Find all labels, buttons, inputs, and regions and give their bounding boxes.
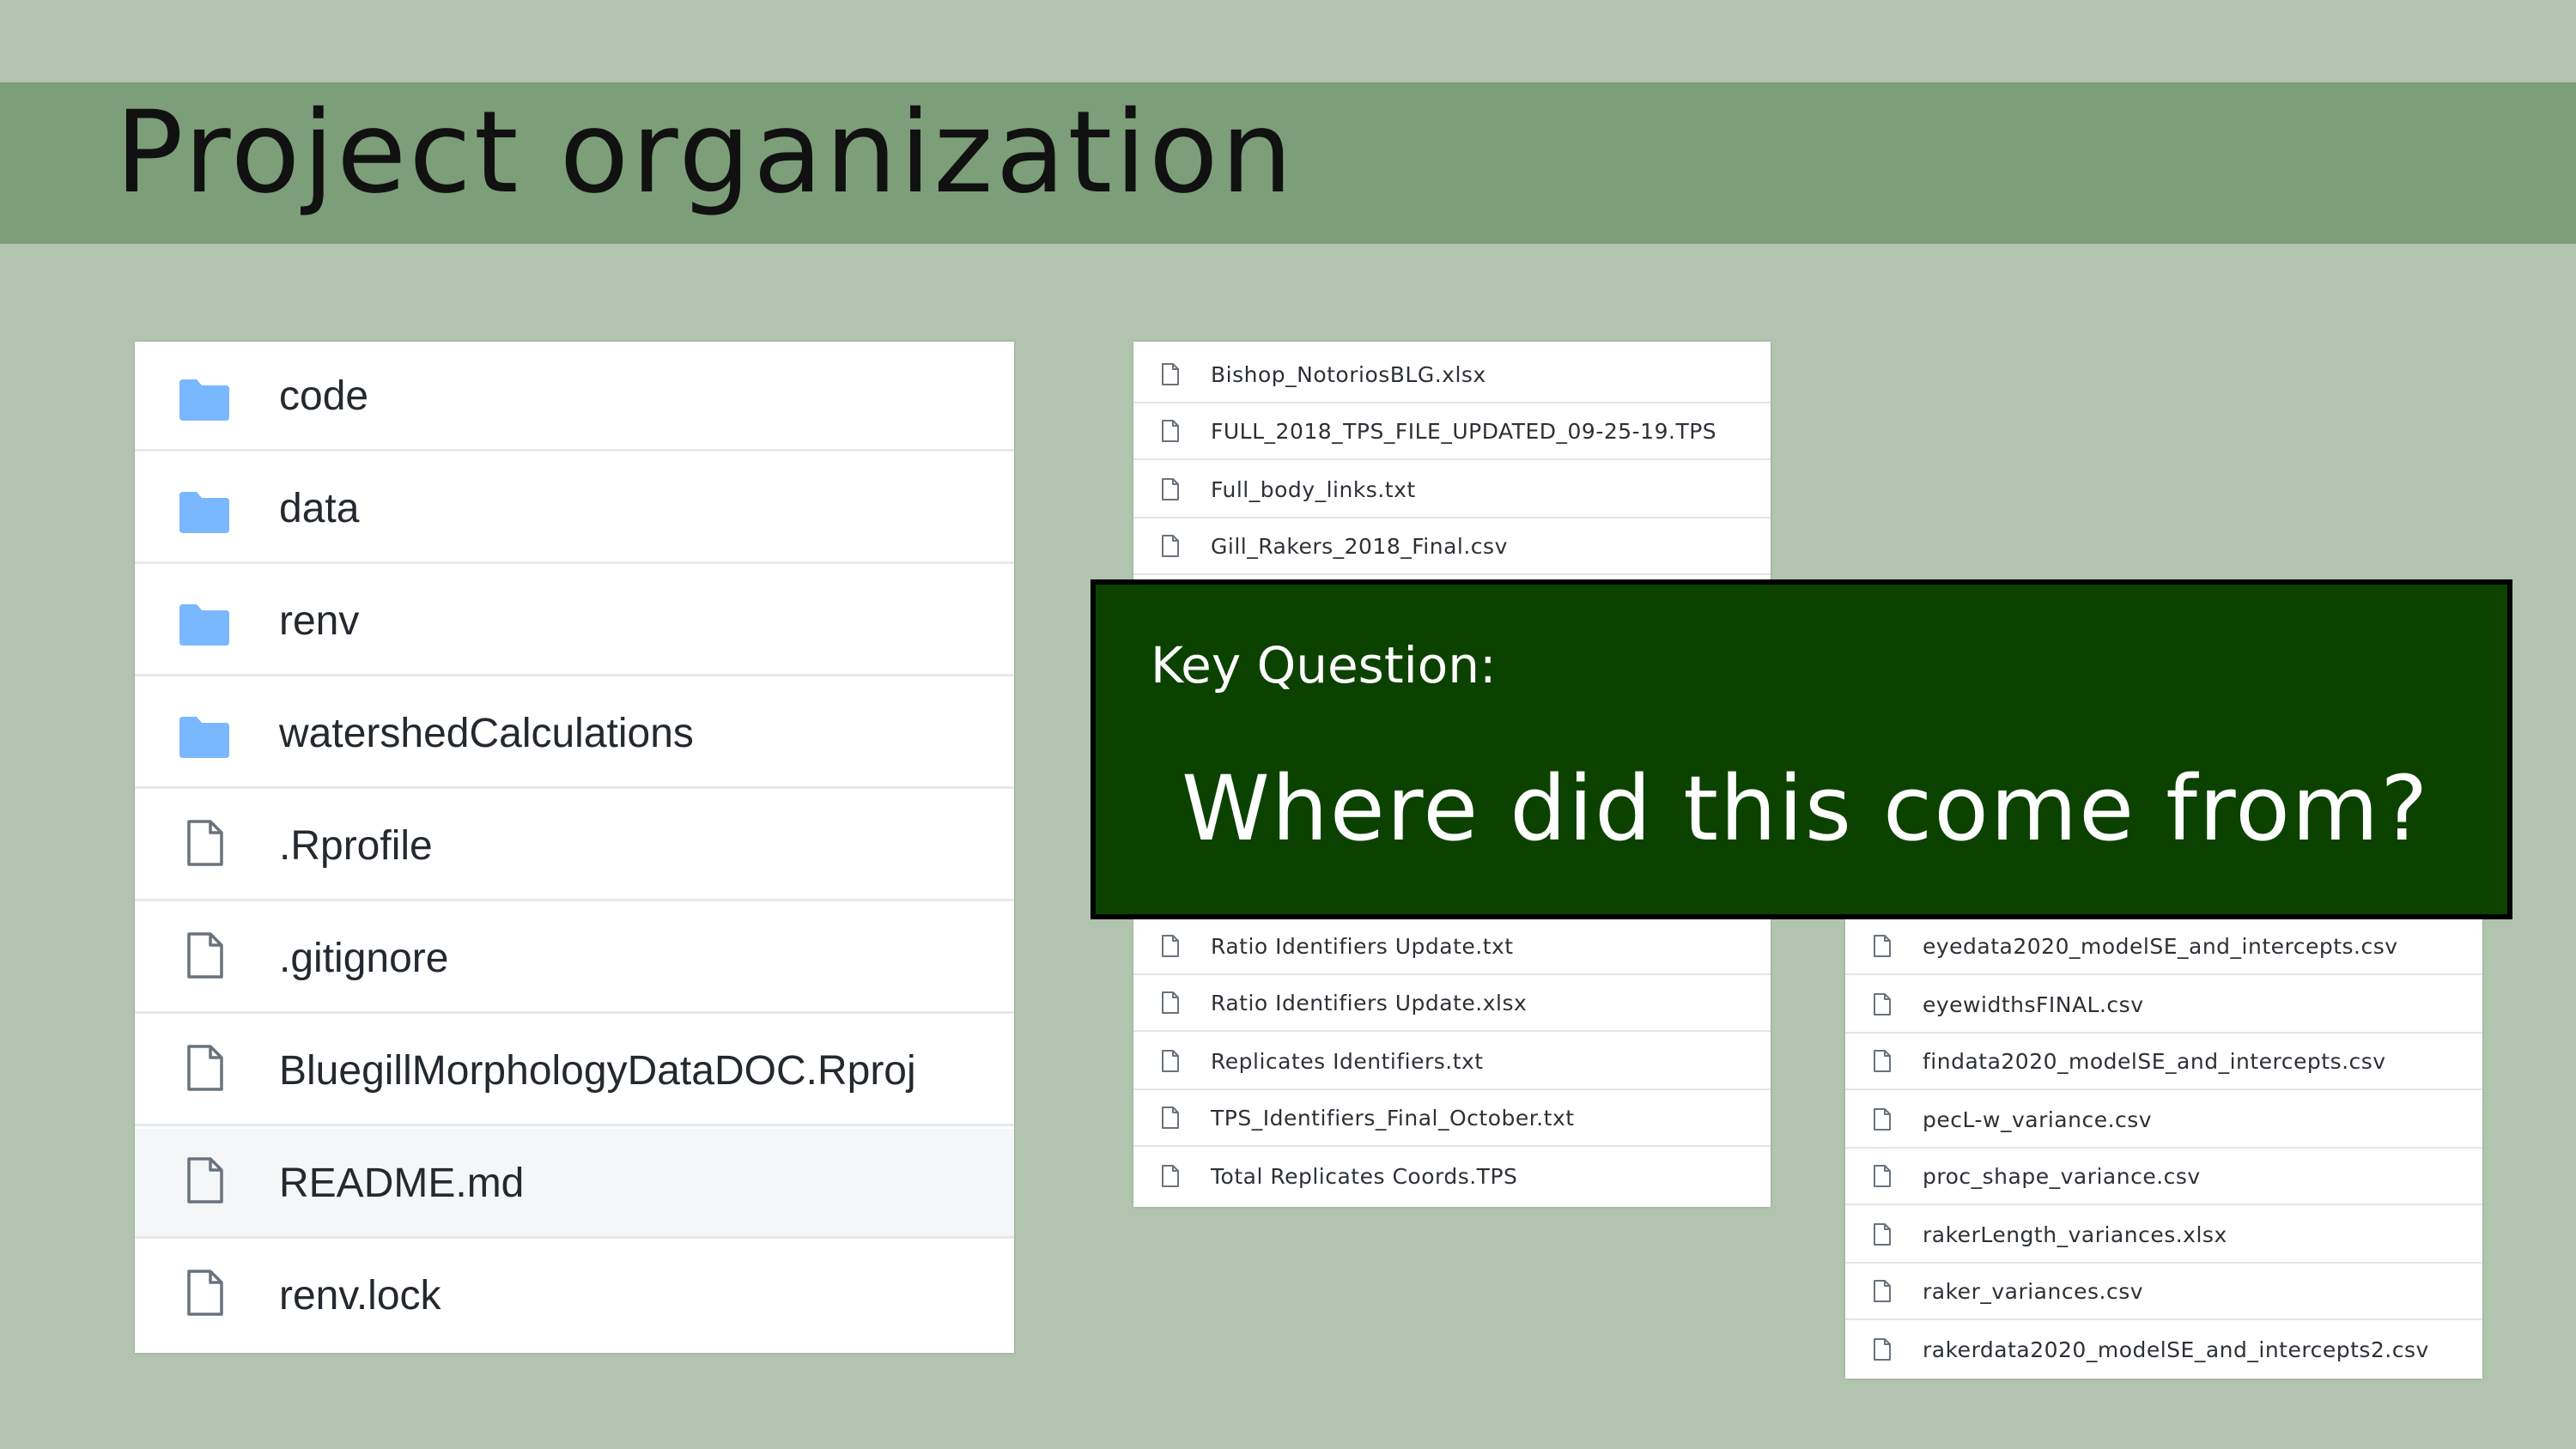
- list-item-gitignore[interactable]: .gitignore: [135, 904, 1014, 1014]
- file-name: Full_body_links.txt: [1211, 477, 1416, 502]
- results-file-listing: eyedata2020_modelSE_and_intercepts.csv e…: [1845, 919, 2482, 1379]
- file-icon: [186, 1269, 224, 1317]
- file-name: Ratio Identifiers Update.xlsx: [1211, 991, 1528, 1016]
- list-item[interactable]: rakerLength_variances.xlsx: [1845, 1207, 2482, 1264]
- list-item[interactable]: Replicates Identifiers.txt: [1133, 1034, 1771, 1090]
- list-item[interactable]: Total Replicates Coords.TPS: [1133, 1149, 1771, 1205]
- file-name: findata2020_modelSE_and_intercepts.csv: [1923, 1049, 2386, 1074]
- file-icon: [1161, 419, 1180, 443]
- folder-icon: [179, 715, 229, 758]
- list-item-readme[interactable]: README.md: [135, 1129, 1014, 1239]
- file-icon: [1873, 1049, 1892, 1073]
- file-icon: [1873, 1337, 1892, 1361]
- item-name: renv: [279, 598, 360, 644]
- list-item[interactable]: Gill_Rakers_2018_Final.csv: [1133, 518, 1771, 575]
- file-icon: [1873, 1222, 1892, 1246]
- list-item[interactable]: findata2020_modelSE_and_intercepts.csv: [1845, 1034, 2482, 1090]
- file-icon: [186, 1156, 224, 1204]
- item-name: watershedCalculations: [279, 711, 694, 756]
- list-item[interactable]: rakerdata2020_modelSE_and_intercepts2.cs…: [1845, 1322, 2482, 1379]
- file-icon: [186, 1044, 224, 1092]
- list-item-renv-lock[interactable]: renv.lock: [135, 1241, 1014, 1351]
- list-item[interactable]: Ratio Identifiers Update.txt: [1133, 919, 1771, 975]
- list-item-rprofile[interactable]: .Rprofile: [135, 791, 1014, 901]
- callout-label: Key Question:: [1151, 636, 1497, 694]
- file-name: eyedata2020_modelSE_and_intercepts.csv: [1923, 934, 2398, 959]
- file-name: Ratio Identifiers Update.txt: [1211, 934, 1514, 959]
- list-item[interactable]: Bishop_NotoriosBLG.xlsx: [1133, 347, 1771, 403]
- data-file-listing-bottom: Ratio Identifiers Update.txt Ratio Ident…: [1133, 912, 1771, 1207]
- file-icon: [1161, 534, 1180, 558]
- item-name: .gitignore: [279, 936, 449, 981]
- item-name: renv.lock: [279, 1273, 441, 1319]
- folder-icon: [179, 490, 229, 533]
- file-name: rakerLength_variances.xlsx: [1923, 1222, 2227, 1247]
- list-item-rproj[interactable]: BluegillMorphologyDataDOC.Rproj: [135, 1016, 1014, 1126]
- item-name: code: [279, 373, 369, 419]
- list-item[interactable]: eyedata2020_modelSE_and_intercepts.csv: [1845, 919, 2482, 975]
- file-name: Bishop_NotoriosBLG.xlsx: [1211, 362, 1486, 387]
- file-icon: [1161, 1164, 1180, 1188]
- list-item[interactable]: raker_variances.csv: [1845, 1264, 2482, 1320]
- file-icon: [1161, 1106, 1180, 1130]
- folder-icon: [179, 603, 229, 646]
- list-item-code[interactable]: code: [135, 342, 1014, 452]
- item-name: .Rprofile: [279, 823, 433, 869]
- file-name: rakerdata2020_modelSE_and_intercepts2.cs…: [1923, 1337, 2429, 1362]
- file-name: FULL_2018_TPS_FILE_UPDATED_09-25-19.TPS: [1211, 419, 1717, 444]
- file-icon: [186, 931, 224, 979]
- list-item[interactable]: Ratio Identifiers Update.xlsx: [1133, 975, 1771, 1032]
- file-icon: [1161, 477, 1180, 501]
- list-item[interactable]: proc_shape_variance.csv: [1845, 1149, 2482, 1205]
- list-item[interactable]: Full_body_links.txt: [1133, 462, 1771, 518]
- item-name: README.md: [279, 1161, 525, 1206]
- repo-file-listing: code data renv watershedCalculations .Rp…: [135, 342, 1014, 1353]
- item-name: BluegillMorphologyDataDOC.Rproj: [279, 1048, 916, 1094]
- file-icon: [1873, 1107, 1892, 1131]
- file-icon: [1873, 992, 1892, 1016]
- file-icon: [1161, 362, 1180, 386]
- file-icon: [1161, 991, 1180, 1015]
- file-icon: [1873, 934, 1892, 958]
- slide-title: Project organization: [115, 87, 1296, 219]
- file-name: Gill_Rakers_2018_Final.csv: [1211, 534, 1508, 559]
- item-name: data: [279, 486, 360, 531]
- folder-icon: [179, 378, 229, 421]
- file-name: TPS_Identifiers_Final_October.txt: [1211, 1106, 1575, 1131]
- file-icon: [1873, 1279, 1892, 1303]
- file-icon: [1161, 934, 1180, 958]
- callout-question: Where did this come from?: [1182, 756, 2430, 861]
- file-name: pecL-w_variance.csv: [1923, 1107, 2153, 1132]
- list-item[interactable]: eyewidthsFINAL.csv: [1845, 977, 2482, 1034]
- data-file-listing-top: Bishop_NotoriosBLG.xlsx FULL_2018_TPS_FI…: [1133, 342, 1771, 584]
- list-item[interactable]: pecL-w_variance.csv: [1845, 1092, 2482, 1149]
- file-name: eyewidthsFINAL.csv: [1923, 992, 2144, 1017]
- file-icon: [1873, 1164, 1892, 1188]
- file-name: Replicates Identifiers.txt: [1211, 1049, 1484, 1074]
- file-name: Total Replicates Coords.TPS: [1211, 1164, 1518, 1189]
- list-item-data[interactable]: data: [135, 454, 1014, 564]
- file-icon: [186, 819, 224, 867]
- file-name: proc_shape_variance.csv: [1923, 1164, 2201, 1189]
- key-question-callout: Key Question: Where did this come from?: [1091, 579, 2512, 919]
- file-name: raker_variances.csv: [1923, 1279, 2144, 1304]
- list-item-watershedcalculations[interactable]: watershedCalculations: [135, 679, 1014, 789]
- file-icon: [1161, 1049, 1180, 1073]
- list-item-renv[interactable]: renv: [135, 567, 1014, 676]
- list-item[interactable]: FULL_2018_TPS_FILE_UPDATED_09-25-19.TPS: [1133, 403, 1771, 460]
- list-item[interactable]: TPS_Identifiers_Final_October.txt: [1133, 1090, 1771, 1147]
